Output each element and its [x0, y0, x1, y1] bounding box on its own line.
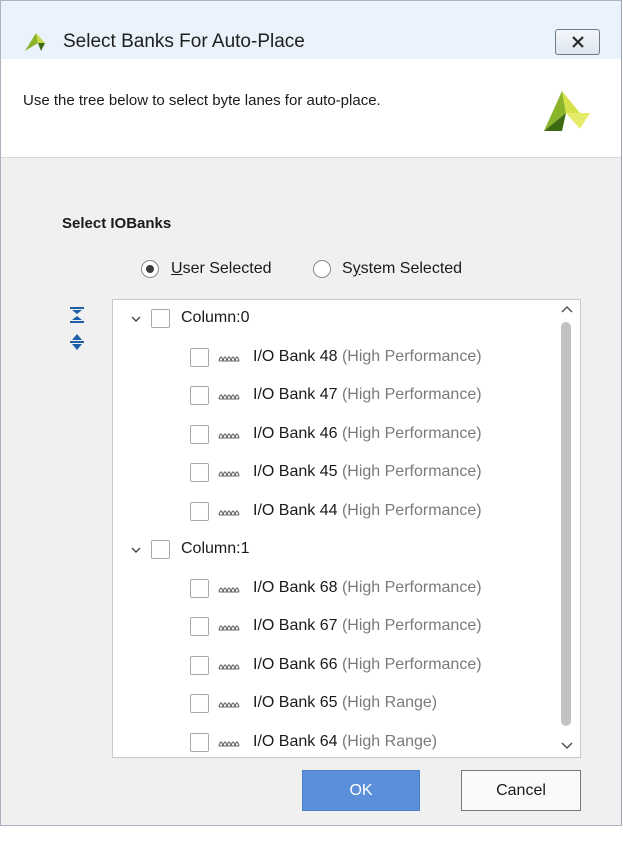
io-bank-icon	[218, 471, 240, 477]
scroll-down-icon[interactable]	[561, 742, 573, 750]
bank-checkbox[interactable]	[190, 578, 209, 598]
system-selected-label[interactable]: System Selected	[342, 260, 462, 278]
bank-type: (High Performance)	[341, 578, 482, 596]
title-bar[interactable]: Select Banks For Auto-Place	[1, 1, 621, 55]
content-area: Select IOBanks User Selected System Sele…	[1, 158, 621, 825]
bank-tree[interactable]: Column:0 I/O Bank 48 (High Performance) I/…	[112, 299, 581, 758]
io-bank-icon	[218, 432, 240, 438]
bank-checkbox[interactable]	[190, 386, 209, 405]
bank-name: I/O Bank 66	[253, 655, 338, 673]
close-icon	[571, 36, 584, 48]
expand-all-icon[interactable]	[69, 333, 85, 351]
bank-checkbox[interactable]	[190, 694, 209, 713]
user-selected-radio[interactable]	[141, 260, 159, 278]
scroll-thumb[interactable]	[561, 322, 571, 726]
bank-checkbox[interactable]	[190, 463, 209, 482]
bank-label: I/O Bank 67 (High Performance)	[253, 617, 482, 635]
bank-name: I/O Bank 44	[253, 501, 338, 519]
bank-type: (High Performance)	[341, 501, 482, 519]
vivado-logo-icon	[25, 33, 45, 51]
cancel-button[interactable]: Cancel	[461, 770, 581, 811]
header-description: Use the tree below to select byte lanes …	[23, 92, 381, 109]
bank-label: I/O Bank 48 (High Performance)	[253, 348, 482, 366]
bank-checkbox[interactable]	[190, 347, 209, 367]
bank-checkbox[interactable]	[190, 424, 209, 444]
io-bank-icon	[218, 586, 240, 592]
system-selected-radio[interactable]	[313, 260, 331, 278]
tree-toolbar	[54, 298, 112, 758]
user-selected-label[interactable]: User Selected	[171, 260, 272, 278]
header-panel: Use the tree below to select byte lanes …	[1, 59, 621, 158]
bank-name: I/O Bank 45	[253, 463, 338, 480]
io-bank-icon	[218, 394, 240, 400]
vivado-logo-icon	[544, 91, 590, 131]
bank-label: I/O Bank 46 (High Performance)	[253, 425, 482, 443]
bank-type: (High Performance)	[341, 655, 482, 673]
ok-button[interactable]: OK	[302, 770, 420, 811]
bank-type: (High Performance)	[341, 424, 482, 442]
bank-name: I/O Bank 46	[253, 424, 338, 442]
scroll-up-icon[interactable]	[561, 305, 573, 313]
chevron-down-icon[interactable]	[130, 313, 142, 325]
io-bank-icon	[218, 663, 240, 669]
bank-name: I/O Bank 68	[253, 578, 338, 596]
section-title: Select IOBanks	[62, 215, 172, 232]
bank-checkbox[interactable]	[190, 655, 209, 675]
column-checkbox[interactable]	[151, 540, 170, 559]
bank-label: I/O Bank 45 (High Performance)	[253, 463, 482, 481]
column-checkbox[interactable]	[151, 309, 170, 328]
window-title: Select Banks For Auto-Place	[63, 31, 305, 52]
bank-type: (High Performance)	[341, 386, 482, 403]
bank-name: I/O Bank 47	[253, 386, 338, 403]
bank-label: I/O Bank 65 (High Range)	[253, 694, 437, 712]
collapse-all-icon[interactable]	[69, 306, 85, 324]
column-label: Column:0	[181, 309, 250, 326]
bank-name: I/O Bank 64	[253, 732, 338, 750]
bank-checkbox[interactable]	[190, 732, 209, 752]
bank-type: (High Performance)	[341, 347, 482, 365]
bank-label: I/O Bank 47 (High Performance)	[253, 386, 482, 404]
bank-name: I/O Bank 65	[253, 694, 338, 711]
bank-type: (High Range)	[341, 694, 438, 711]
bank-type: (High Performance)	[341, 463, 482, 480]
io-bank-icon	[218, 625, 240, 631]
bank-checkbox[interactable]	[190, 617, 209, 636]
bank-checkbox[interactable]	[190, 501, 209, 521]
io-bank-icon	[218, 740, 240, 746]
bank-name: I/O Bank 67	[253, 617, 338, 634]
dialog-window: Select Banks For Auto-Place Use the tree…	[0, 0, 622, 826]
bank-label: I/O Bank 64 (High Range)	[253, 733, 437, 751]
chevron-down-icon[interactable]	[130, 544, 142, 556]
bank-type: (High Range)	[341, 732, 438, 750]
bank-name: I/O Bank 48	[253, 347, 338, 365]
io-bank-icon	[218, 355, 240, 361]
tree-scrollbar[interactable]	[555, 300, 580, 757]
bank-type: (High Performance)	[341, 617, 482, 634]
close-button[interactable]	[555, 29, 600, 55]
bank-label: I/O Bank 66 (High Performance)	[253, 656, 482, 674]
io-bank-icon	[218, 509, 240, 515]
bank-label: I/O Bank 68 (High Performance)	[253, 579, 482, 597]
column-label: Column:1	[181, 540, 250, 557]
bank-label: I/O Bank 44 (High Performance)	[253, 502, 482, 520]
io-bank-icon	[218, 702, 240, 708]
